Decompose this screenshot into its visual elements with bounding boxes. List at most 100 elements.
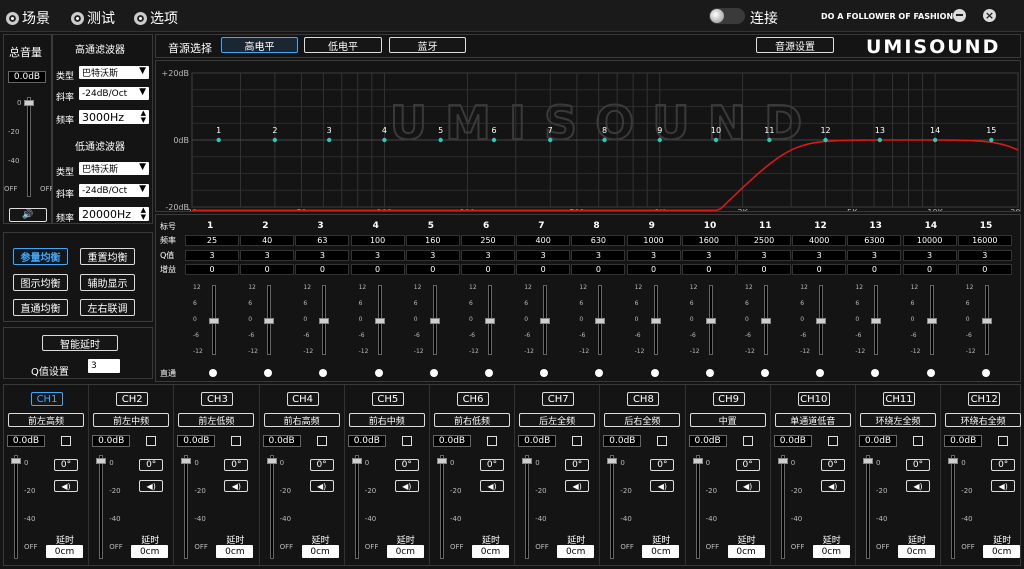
band-q-cell[interactable]: 3 xyxy=(240,250,295,261)
q-setting-input[interactable]: 3 xyxy=(88,359,120,373)
param-eq-button[interactable]: 参量均衡 xyxy=(13,248,68,265)
channel-delay-input[interactable]: 0cm xyxy=(472,545,509,558)
band-gain-thumb[interactable] xyxy=(705,318,716,324)
channel-speaker-button[interactable]: ◀) xyxy=(991,480,1016,492)
channel-phase-button[interactable]: 0° xyxy=(565,459,590,471)
channel-select-button[interactable]: CH4 xyxy=(286,392,319,406)
aux-display-button[interactable]: 辅助显示 xyxy=(80,274,135,291)
band-gain-thumb[interactable] xyxy=(264,318,275,324)
channel-volume-slider[interactable] xyxy=(780,455,785,559)
band-gain-cell[interactable]: 0 xyxy=(902,264,957,275)
band-q-cell[interactable]: 3 xyxy=(737,250,791,261)
source-bluetooth-button[interactable]: 蓝牙 xyxy=(389,37,466,53)
channel-select-button[interactable]: CH5 xyxy=(371,392,404,406)
band-gain-thumb[interactable] xyxy=(926,318,937,324)
band-freq-cell[interactable]: 25 xyxy=(185,235,239,246)
band-q-cell[interactable]: 3 xyxy=(350,250,405,261)
tab-test[interactable]: 测试 xyxy=(71,8,115,28)
channel-volume-slider[interactable] xyxy=(525,455,530,559)
lpf-freq-input[interactable]: 20000Hz ▲ ▼ xyxy=(79,207,149,221)
channel-phase-button[interactable]: 0° xyxy=(735,459,760,471)
band-bypass-radio[interactable] xyxy=(816,369,825,377)
speaker-type-select[interactable]: 前左中频 xyxy=(93,413,170,427)
channel-volume-slider[interactable] xyxy=(354,455,359,559)
channel-phase-button[interactable]: 0° xyxy=(224,459,249,471)
speaker-type-select[interactable]: 前左高频 xyxy=(8,413,84,427)
band-gain-cell[interactable]: 0 xyxy=(240,264,295,275)
channel-select-button[interactable]: CH10 xyxy=(797,392,830,406)
channel-select-button[interactable]: CH2 xyxy=(116,392,149,406)
band-gain-thumb[interactable] xyxy=(650,318,661,324)
channel-speaker-button[interactable]: ◀) xyxy=(54,480,78,492)
channel-volume-slider[interactable] xyxy=(695,455,700,559)
band-gain-cell[interactable]: 0 xyxy=(626,264,681,275)
channel-mute-checkbox[interactable] xyxy=(742,436,753,446)
channel-delay-input[interactable]: 0cm xyxy=(983,545,1021,558)
band-q-cell[interactable]: 3 xyxy=(847,250,902,261)
speaker-type-select[interactable]: 后左全频 xyxy=(519,413,596,427)
channel-speaker-button[interactable]: ◀) xyxy=(224,480,249,492)
band-gain-thumb[interactable] xyxy=(761,318,771,324)
speaker-type-select[interactable]: 后右全频 xyxy=(604,413,681,427)
band-bypass-radio[interactable] xyxy=(429,369,438,377)
channel-mute-checkbox[interactable] xyxy=(827,436,838,446)
channel-delay-input[interactable]: 0cm xyxy=(386,545,424,558)
channel-volume-slider[interactable] xyxy=(866,455,870,559)
bypass-eq-button[interactable]: 直通均衡 xyxy=(13,299,68,316)
channel-mute-checkbox[interactable] xyxy=(657,436,668,446)
band-bypass-radio[interactable] xyxy=(650,369,659,377)
channel-phase-button[interactable]: 0° xyxy=(906,459,930,471)
band-freq-cell[interactable]: 63 xyxy=(295,235,350,246)
band-bypass-radio[interactable] xyxy=(595,369,604,377)
band-freq-cell[interactable]: 100 xyxy=(350,235,405,246)
channel-select-button[interactable]: CH6 xyxy=(457,392,489,406)
band-q-cell[interactable]: 3 xyxy=(902,250,957,261)
tab-scene[interactable]: 场景 xyxy=(6,8,50,28)
band-gain-thumb[interactable] xyxy=(209,318,219,324)
band-bypass-radio[interactable] xyxy=(871,369,880,377)
band-freq-cell[interactable]: 40 xyxy=(240,235,295,246)
band-gain-thumb[interactable] xyxy=(540,318,551,324)
channel-volume-slider[interactable] xyxy=(99,455,104,559)
band-gain-cell[interactable]: 0 xyxy=(461,264,515,275)
band-bypass-radio[interactable] xyxy=(209,369,217,377)
band-freq-cell[interactable]: 4000 xyxy=(792,235,847,246)
band-q-cell[interactable]: 3 xyxy=(185,250,239,261)
channel-volume-slider[interactable] xyxy=(610,455,615,559)
channel-select-button[interactable]: CH12 xyxy=(968,392,1001,406)
band-bypass-radio[interactable] xyxy=(981,369,990,377)
channel-delay-input[interactable]: 0cm xyxy=(898,545,935,558)
channel-speaker-button[interactable]: ◀) xyxy=(906,480,930,492)
band-freq-cell[interactable]: 250 xyxy=(461,235,515,246)
eq-graph[interactable]: UMISOUND+20dB0dB-20dB20501002005001K2K5K… xyxy=(156,61,1020,211)
spinner-icon[interactable]: ▲ ▼ xyxy=(141,110,146,124)
channel-phase-button[interactable]: 0° xyxy=(480,459,504,471)
band-freq-cell[interactable]: 10000 xyxy=(902,235,957,246)
minimize-icon[interactable] xyxy=(953,9,966,22)
band-freq-cell[interactable]: 630 xyxy=(571,235,626,246)
channel-phase-button[interactable]: 0° xyxy=(650,459,675,471)
band-gain-cell[interactable]: 0 xyxy=(681,264,736,275)
channel-speaker-button[interactable]: ◀) xyxy=(480,480,504,492)
hpf-type-select[interactable]: 巴特沃斯 ▼ xyxy=(79,66,149,79)
channel-speaker-button[interactable]: ◀) xyxy=(735,480,760,492)
speaker-type-select[interactable]: 前右低频 xyxy=(434,413,510,427)
channel-speaker-button[interactable]: ◀) xyxy=(309,480,334,492)
speaker-type-select[interactable]: 前左低频 xyxy=(178,413,255,427)
lpf-type-select[interactable]: 巴特沃斯 ▼ xyxy=(79,162,149,175)
band-q-cell[interactable]: 3 xyxy=(957,250,1012,261)
channel-volume-thumb[interactable] xyxy=(11,458,21,464)
channel-delay-input[interactable]: 0cm xyxy=(131,545,169,558)
channel-volume-thumb[interactable] xyxy=(351,458,362,464)
channel-mute-checkbox[interactable] xyxy=(146,436,157,446)
band-gain-thumb[interactable] xyxy=(374,318,385,324)
channel-volume-thumb[interactable] xyxy=(863,458,873,464)
speaker-type-select[interactable]: 单通道低音 xyxy=(774,413,851,427)
channel-volume-thumb[interactable] xyxy=(777,458,788,464)
band-q-cell[interactable]: 3 xyxy=(626,250,681,261)
channel-select-button[interactable]: CH8 xyxy=(627,392,660,406)
channel-volume-slider[interactable] xyxy=(269,455,274,559)
channel-mute-checkbox[interactable] xyxy=(61,436,71,446)
band-freq-cell[interactable]: 6300 xyxy=(847,235,902,246)
master-slider-thumb[interactable] xyxy=(24,100,34,106)
